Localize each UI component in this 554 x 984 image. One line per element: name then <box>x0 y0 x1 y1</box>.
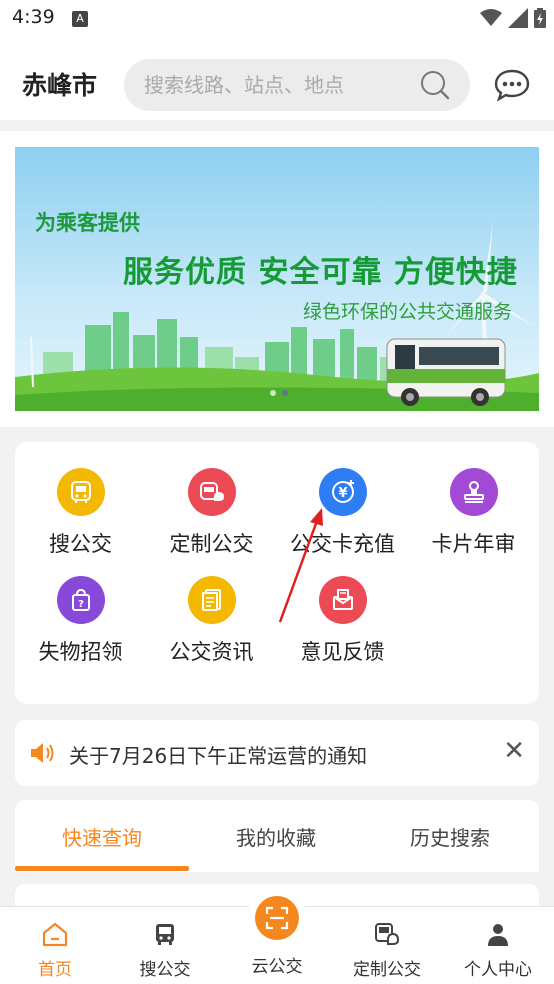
search-icon[interactable] <box>420 70 450 100</box>
scan-icon <box>255 896 299 940</box>
bus-icon <box>156 924 174 945</box>
speaker-icon <box>31 743 54 763</box>
nav-cloud-bus-scan-button[interactable] <box>247 888 307 948</box>
nav-label[interactable]: 云公交 <box>222 952 332 977</box>
custom-bus-icon <box>187 468 236 516</box>
nav-custom-bus[interactable]: 定制公交 <box>332 921 442 980</box>
service-label: 意见反馈 <box>300 640 385 664</box>
banner-section: 为乘客提供 服务优质 安全可靠 方便快捷 绿色环保的公共交通服务 <box>0 131 554 427</box>
feedback-icon <box>318 576 367 624</box>
service-label: 公交卡充值 <box>290 532 395 556</box>
query-tabs: 快速查询 我的收藏 历史搜索 <box>15 800 539 872</box>
wifi-icon <box>480 9 502 26</box>
service-label: 公交资讯 <box>169 640 254 664</box>
search-bar[interactable] <box>124 59 470 111</box>
nav-label: 个人中心 <box>464 960 532 980</box>
home-icon <box>42 922 68 947</box>
svg-text:¥: ¥ <box>338 486 347 501</box>
search-input[interactable] <box>144 59 414 111</box>
nav-home[interactable]: 首页 <box>0 921 110 980</box>
city-selector[interactable]: 赤峰市 <box>22 66 97 102</box>
service-card-annual-review[interactable]: 卡片年审 <box>408 468 539 558</box>
banner-dot-active <box>282 390 288 396</box>
service-lost-found[interactable]: ? 失物招领 <box>15 576 146 666</box>
banner-line1: 为乘客提供 <box>35 211 140 235</box>
service-custom-bus[interactable]: 定制公交 <box>146 468 277 558</box>
tab-quick-query[interactable]: 快速查询 <box>15 822 189 851</box>
banner-line2: 服务优质 安全可靠 方便快捷 <box>123 255 518 290</box>
stamp-icon <box>449 468 498 516</box>
service-label: 定制公交 <box>169 532 254 556</box>
tab-my-favorites[interactable]: 我的收藏 <box>189 822 363 851</box>
close-icon[interactable]: ✕ <box>503 738 525 764</box>
services-grid: 搜公交 定制公交 ¥ 公交卡充值 卡片年审 ? 失物招领 公交资讯 意见反馈 <box>15 442 539 704</box>
banner-pagination <box>270 390 288 396</box>
service-bus-news[interactable]: 公交资讯 <box>146 576 277 666</box>
signal-icon <box>508 8 528 28</box>
notice-text[interactable]: 关于7月26日下午正常运营的通知 <box>69 740 367 769</box>
service-label: 失物招领 <box>38 640 123 664</box>
svg-text:?: ? <box>78 599 84 610</box>
status-time: 4:39 <box>12 6 55 28</box>
card-recharge-icon: ¥ <box>318 468 367 516</box>
service-search-bus[interactable]: 搜公交 <box>15 468 146 558</box>
tab-history-search[interactable]: 历史搜索 <box>363 822 537 851</box>
service-label: 搜公交 <box>49 532 112 556</box>
nav-label: 首页 <box>38 960 72 980</box>
news-icon <box>187 576 236 624</box>
notification-icon: A <box>72 11 88 27</box>
nav-label: 定制公交 <box>353 960 421 980</box>
system-icons <box>480 8 546 28</box>
message-icon[interactable] <box>494 68 530 102</box>
nav-profile[interactable]: 个人中心 <box>443 921 553 980</box>
banner-dot <box>270 390 276 396</box>
lost-found-bag-icon: ? <box>56 576 105 624</box>
banner-line3: 绿色环保的公共交通服务 <box>303 301 513 323</box>
promo-banner[interactable]: 为乘客提供 服务优质 安全可靠 方便快捷 绿色环保的公共交通服务 <box>15 147 539 411</box>
top-header: 赤峰市 <box>0 38 554 120</box>
battery-icon <box>534 8 546 28</box>
service-label: 卡片年审 <box>431 532 516 556</box>
nav-search-bus[interactable]: 搜公交 <box>110 921 220 980</box>
notice-bar[interactable]: 关于7月26日下午正常运营的通知 ✕ <box>15 720 539 786</box>
service-feedback[interactable]: 意见反馈 <box>277 576 408 666</box>
status-bar: 4:39 A <box>0 0 554 38</box>
custom-bus-icon <box>375 923 400 945</box>
active-tab-indicator <box>15 866 189 871</box>
person-icon <box>488 924 508 946</box>
service-card-recharge[interactable]: ¥ 公交卡充值 <box>277 468 408 558</box>
bus-search-icon <box>56 468 105 516</box>
nav-label: 搜公交 <box>139 960 191 980</box>
